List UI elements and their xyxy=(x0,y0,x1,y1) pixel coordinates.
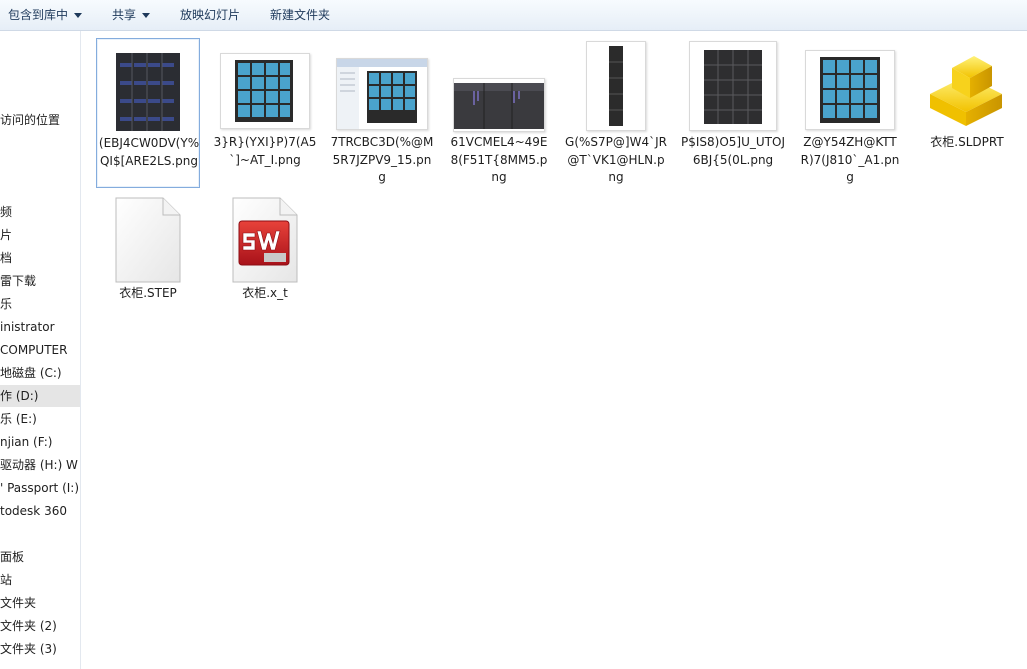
file-name: 3}R}(YXI}P)7(A5`]~AT_I.png xyxy=(213,135,317,167)
file-name: (EBJ4CW0DV(Y%QI$[ARE2LS.png xyxy=(98,136,200,168)
file-item[interactable]: 7TRCBC3D(%@M5R7JZPV9_15.png xyxy=(330,38,434,188)
nav-item-label: 驱动器 (H:) W xyxy=(0,458,78,472)
blank-document-icon xyxy=(115,197,181,283)
nav-item-label: 档 xyxy=(0,251,13,265)
nav-item-label: ' Passport (I:) xyxy=(0,481,80,495)
navigation-pane: 访问的位置 频 片 档 雷下载 乐 inistrator COMPUTER 地磁… xyxy=(0,31,81,669)
include-in-library-label: 包含到库中 xyxy=(8,8,69,22)
file-list: (EBJ4CW0DV(Y%QI$[ARE2LS.png 3}R}(YXI}P)7… xyxy=(81,31,1027,669)
wardrobe-black-icon xyxy=(689,41,777,131)
nav-item-drive-i[interactable]: ' Passport (I:) xyxy=(0,477,79,499)
new-folder-label: 新建文件夹 xyxy=(270,8,331,22)
file-name: P$IS8)O5]U_UTOJ6BJ{5(0L.png xyxy=(681,135,785,167)
nav-item-label: todesk 360 xyxy=(0,504,67,518)
file-item[interactable]: G(%S7P@]W4`JR@T`VK1@HLN.png xyxy=(564,38,668,188)
file-item[interactable]: 61VCMEL4~49E8(F51T{8MM5.png xyxy=(447,38,551,188)
nav-item-new-folder-2[interactable]: 文件夹 (2) xyxy=(0,615,57,637)
nav-item-drive-f[interactable]: njian (F:) xyxy=(0,431,52,453)
nav-item-drive-d[interactable]: 作 (D:) xyxy=(0,385,80,407)
file-name: 衣柜.SLDPRT xyxy=(930,135,1004,149)
nav-item-new-folder[interactable]: 文件夹 xyxy=(0,592,36,614)
nav-item-drive-c[interactable]: 地磁盘 (C:) xyxy=(0,362,62,384)
chevron-down-icon xyxy=(142,13,151,18)
nav-item-administrator[interactable]: inistrator xyxy=(0,316,55,338)
nav-item-label: 作 (D:) xyxy=(0,389,39,403)
wardrobe-wide-icon xyxy=(453,78,545,132)
file-item[interactable]: 3}R}(YXI}P)7(A5`]~AT_I.png xyxy=(213,38,317,188)
nav-item-control-panel[interactable]: 面板 xyxy=(0,546,24,568)
new-folder-button[interactable]: 新建文件夹 xyxy=(270,0,330,30)
nav-item-drive-h[interactable]: 驱动器 (H:) W xyxy=(0,454,78,476)
nav-item-recycle-bin[interactable]: 站 xyxy=(0,569,12,591)
nav-item-recent-places[interactable]: 访问的位置 xyxy=(0,109,60,131)
nav-item-label: 文件夹 xyxy=(0,596,37,610)
nav-item-label: njian (F:) xyxy=(0,435,53,449)
nav-item-drive-e[interactable]: 乐 (E:) xyxy=(0,408,37,430)
command-bar: 包含到库中 共享 放映幻灯片 新建文件夹 xyxy=(0,0,1027,31)
nav-item-label: 乐 (E:) xyxy=(0,412,37,426)
nav-item-music[interactable]: 乐 xyxy=(0,293,12,315)
slideshow-label: 放映幻灯片 xyxy=(180,8,241,22)
nav-item-label: 面板 xyxy=(0,550,25,564)
nav-item-label: inistrator xyxy=(0,320,55,334)
file-name: G(%S7P@]W4`JR@T`VK1@HLN.png xyxy=(565,135,667,184)
wardrobe-dark-icon xyxy=(116,53,180,131)
slideshow-button[interactable]: 放映幻灯片 xyxy=(180,0,240,30)
nav-item-label: 地磁盘 (C:) xyxy=(0,366,62,380)
include-in-library-button[interactable]: 包含到库中 xyxy=(8,0,83,30)
solidworks-part-icon xyxy=(930,56,1002,126)
nav-item-label: 站 xyxy=(0,573,13,587)
nav-item-label: 访问的位置 xyxy=(0,113,61,127)
nav-item-label: 文件夹 (2) xyxy=(0,619,57,633)
wardrobe-blue-icon xyxy=(220,53,310,129)
file-item[interactable]: (EBJ4CW0DV(Y%QI$[ARE2LS.png xyxy=(96,38,200,188)
nav-item-label: COMPUTER xyxy=(0,343,68,357)
file-name: 61VCMEL4~49E8(F51T{8MM5.png xyxy=(450,135,548,184)
nav-item-pictures[interactable]: 片 xyxy=(0,224,12,246)
nav-item-label: 频 xyxy=(0,205,13,219)
file-name: 7TRCBC3D(%@M5R7JZPV9_15.png xyxy=(330,135,434,184)
screenshot-icon xyxy=(336,58,428,130)
nav-item-label: 文件夹 (3) xyxy=(0,642,57,656)
wardrobe-blue-icon xyxy=(805,50,895,130)
nav-item-videos[interactable]: 频 xyxy=(0,201,12,223)
file-item[interactable]: 衣柜.SLDPRT xyxy=(915,38,1019,188)
file-item[interactable]: 衣柜.STEP xyxy=(96,189,200,339)
nav-item-label: 乐 xyxy=(0,297,13,311)
file-name: 衣柜.STEP xyxy=(119,286,177,300)
nav-item-label: 片 xyxy=(0,228,13,242)
share-button[interactable]: 共享 xyxy=(112,0,151,30)
file-name: 衣柜.x_t xyxy=(242,286,288,300)
chevron-down-icon xyxy=(74,13,83,18)
file-item[interactable]: 衣柜.x_t xyxy=(213,189,317,339)
nav-item-computer[interactable]: COMPUTER xyxy=(0,339,67,361)
file-item[interactable]: P$IS8)O5]U_UTOJ6BJ{5(0L.png xyxy=(681,38,785,188)
nav-item-new-folder-3[interactable]: 文件夹 (3) xyxy=(0,638,57,660)
nav-item-autodesk-360[interactable]: todesk 360 xyxy=(0,500,67,522)
nav-item-documents[interactable]: 档 xyxy=(0,247,12,269)
share-label: 共享 xyxy=(112,8,137,22)
file-item[interactable]: Z@Y54ZH@KTTR)7(J810`_A1.png xyxy=(798,38,902,188)
solidworks-app-icon xyxy=(232,197,298,283)
nav-item-xunlei-downloads[interactable]: 雷下载 xyxy=(0,270,36,292)
file-name: Z@Y54ZH@KTTR)7(J810`_A1.png xyxy=(800,135,900,184)
nav-item-label: 雷下载 xyxy=(0,274,37,288)
wardrobe-tall-icon xyxy=(586,41,646,131)
